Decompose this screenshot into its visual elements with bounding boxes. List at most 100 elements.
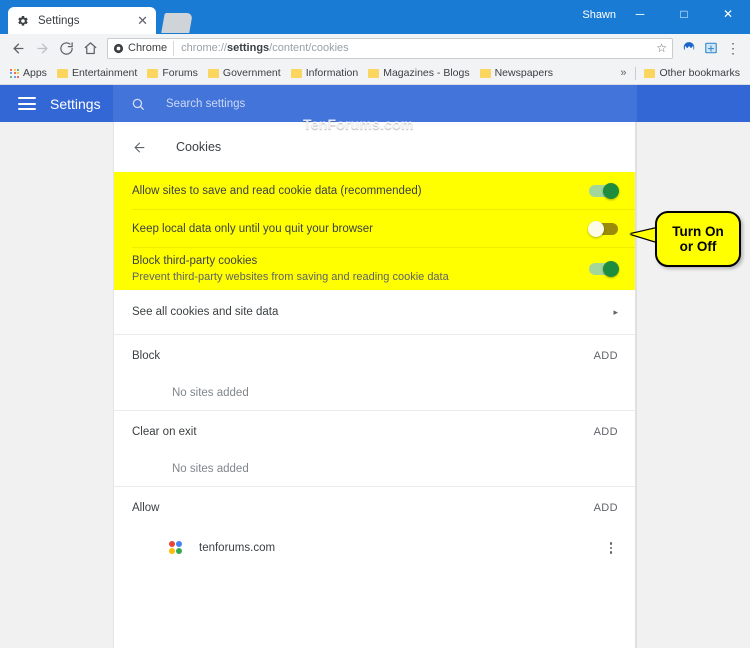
- malwarebytes-icon[interactable]: [678, 37, 700, 59]
- setting-row-keep-local-data[interactable]: Keep local data only until you quit your…: [114, 210, 636, 248]
- toggle-knob: [603, 261, 619, 277]
- divider: [635, 66, 637, 80]
- bookmark-newspapers[interactable]: Newspapers: [475, 65, 558, 81]
- callout-line-1: Turn On: [672, 224, 724, 239]
- list-item[interactable]: tenforums.com: [114, 528, 636, 568]
- setting-label: Block third-party cookies: [132, 254, 258, 267]
- bookmark-label: Entertainment: [71, 67, 138, 79]
- folder-icon: [56, 68, 68, 78]
- more-options-icon[interactable]: [604, 542, 618, 554]
- bookmark-entertainment[interactable]: Entertainment: [52, 65, 142, 81]
- bookmark-information[interactable]: Information: [286, 65, 364, 81]
- bookmark-magazines-blogs[interactable]: Magazines - Blogs: [363, 65, 474, 81]
- chrome-browser-window: Settings ✕ Shawn ─ □ ✕ Chrome chrome://s…: [0, 0, 750, 648]
- toggle-allow-cookies[interactable]: [589, 183, 619, 199]
- folder-icon: [147, 68, 159, 78]
- new-tab-button[interactable]: [161, 13, 193, 33]
- add-button-clear-on-exit[interactable]: ADD: [594, 426, 618, 438]
- section-title: Block: [132, 349, 161, 362]
- cookies-subheader: Cookies: [114, 122, 636, 172]
- empty-state-clear-on-exit: No sites added: [172, 463, 249, 475]
- toggle-block-third-party[interactable]: [589, 261, 619, 277]
- site-identity-label: Chrome: [128, 42, 168, 54]
- apps-grid-icon: [10, 68, 19, 78]
- setting-row-allow-cookies[interactable]: Allow sites to save and read cookie data…: [114, 172, 636, 210]
- empty-state-block: No sites added: [172, 387, 249, 399]
- bookmark-label: Magazines - Blogs: [383, 67, 470, 79]
- section-header-block: Block ADD: [114, 334, 636, 376]
- browser-menu-icon[interactable]: ⋮: [722, 37, 744, 59]
- bookmark-star-icon[interactable]: ☆: [656, 41, 667, 55]
- row-text: Block third-party cookies Prevent third-…: [132, 254, 589, 285]
- bookmarks-overflow-icon[interactable]: »: [614, 65, 632, 81]
- bookmark-label: Newspapers: [494, 67, 553, 79]
- reload-icon[interactable]: [54, 36, 78, 60]
- bookmarks-bar: Apps Entertainment Forums Government Inf…: [0, 62, 750, 85]
- home-icon[interactable]: [78, 36, 102, 60]
- search-icon: [131, 97, 147, 111]
- window-controls: ─ □ ✕: [618, 0, 750, 28]
- bookmark-label: Government: [222, 67, 281, 79]
- close-icon[interactable]: ✕: [137, 14, 148, 27]
- browser-toolbar: Chrome chrome://settings/content/cookies…: [0, 34, 750, 62]
- setting-label: Keep local data only until you quit your…: [132, 222, 374, 235]
- folder-icon: [207, 68, 219, 78]
- toggle-knob: [603, 183, 619, 199]
- toggle-keep-local-data[interactable]: [588, 221, 618, 237]
- address-bar-url: chrome://settings/content/cookies: [181, 42, 349, 54]
- forward-icon: [30, 36, 54, 60]
- bookmark-apps[interactable]: Apps: [5, 65, 52, 81]
- hamburger-menu-icon[interactable]: [18, 97, 36, 110]
- back-icon[interactable]: [6, 36, 30, 60]
- see-all-cookies-label: See all cookies and site data: [132, 305, 279, 318]
- bookmark-other-bookmarks[interactable]: Other bookmarks: [639, 65, 745, 81]
- setting-label: Allow sites to save and read cookie data…: [132, 184, 422, 197]
- tenforums-pinwheel-icon: [169, 541, 183, 555]
- title-bar: Settings ✕ Shawn ─ □ ✕: [0, 0, 750, 34]
- bookmark-label: Other bookmarks: [659, 67, 740, 79]
- section-header-clear-on-exit: Clear on exit ADD: [114, 410, 636, 452]
- maximize-button[interactable]: □: [662, 0, 706, 28]
- back-arrow-icon[interactable]: [132, 140, 152, 155]
- row-text: Keep local data only until you quit your…: [132, 222, 589, 237]
- address-bar[interactable]: Chrome chrome://settings/content/cookies…: [107, 37, 673, 59]
- setting-row-block-third-party[interactable]: Block third-party cookies Prevent third-…: [114, 248, 636, 290]
- section-title: Allow: [132, 501, 160, 514]
- bookmark-government[interactable]: Government: [203, 65, 286, 81]
- site-name: tenforums.com: [199, 542, 276, 554]
- callout-line-2: or Off: [679, 239, 717, 254]
- settings-header: Settings: [0, 85, 750, 122]
- grammar-extension-icon[interactable]: [700, 37, 722, 59]
- setting-sublabel: Prevent third-party websites from saving…: [132, 270, 449, 283]
- bookmark-label: Information: [305, 67, 359, 79]
- folder-icon: [644, 68, 656, 78]
- folder-icon: [290, 68, 302, 78]
- settings-search-bar[interactable]: [113, 85, 637, 122]
- row-text: Allow sites to save and read cookie data…: [132, 184, 589, 199]
- bookmark-label: Apps: [23, 67, 47, 79]
- window-user-label[interactable]: Shawn: [582, 6, 616, 24]
- settings-content-card: Cookies Allow sites to save and read coo…: [113, 122, 637, 648]
- gear-icon: [16, 14, 30, 28]
- card-right-edge: [635, 122, 636, 648]
- tab-title: Settings: [38, 14, 80, 27]
- folder-icon: [479, 68, 491, 78]
- bookmark-forums[interactable]: Forums: [142, 65, 203, 81]
- add-button-allow[interactable]: ADD: [594, 502, 618, 514]
- browser-tab-settings[interactable]: Settings ✕: [8, 7, 156, 34]
- section-title: Clear on exit: [132, 425, 197, 438]
- toggle-knob: [588, 221, 604, 237]
- close-window-button[interactable]: ✕: [706, 0, 750, 28]
- callout-bubble: Turn On or Off: [655, 211, 741, 267]
- add-button-block[interactable]: ADD: [594, 350, 618, 362]
- callout-pointer: [631, 228, 657, 242]
- see-all-cookies-row[interactable]: See all cookies and site data ▸: [114, 290, 636, 334]
- search-input[interactable]: [166, 97, 566, 110]
- section-header-allow: Allow ADD: [114, 486, 636, 528]
- page-title: Cookies: [176, 140, 222, 154]
- folder-icon: [368, 68, 380, 78]
- chrome-icon: [113, 43, 124, 53]
- chevron-right-icon: ▸: [613, 306, 618, 317]
- site-identity[interactable]: Chrome: [113, 40, 175, 56]
- minimize-button[interactable]: ─: [618, 0, 662, 28]
